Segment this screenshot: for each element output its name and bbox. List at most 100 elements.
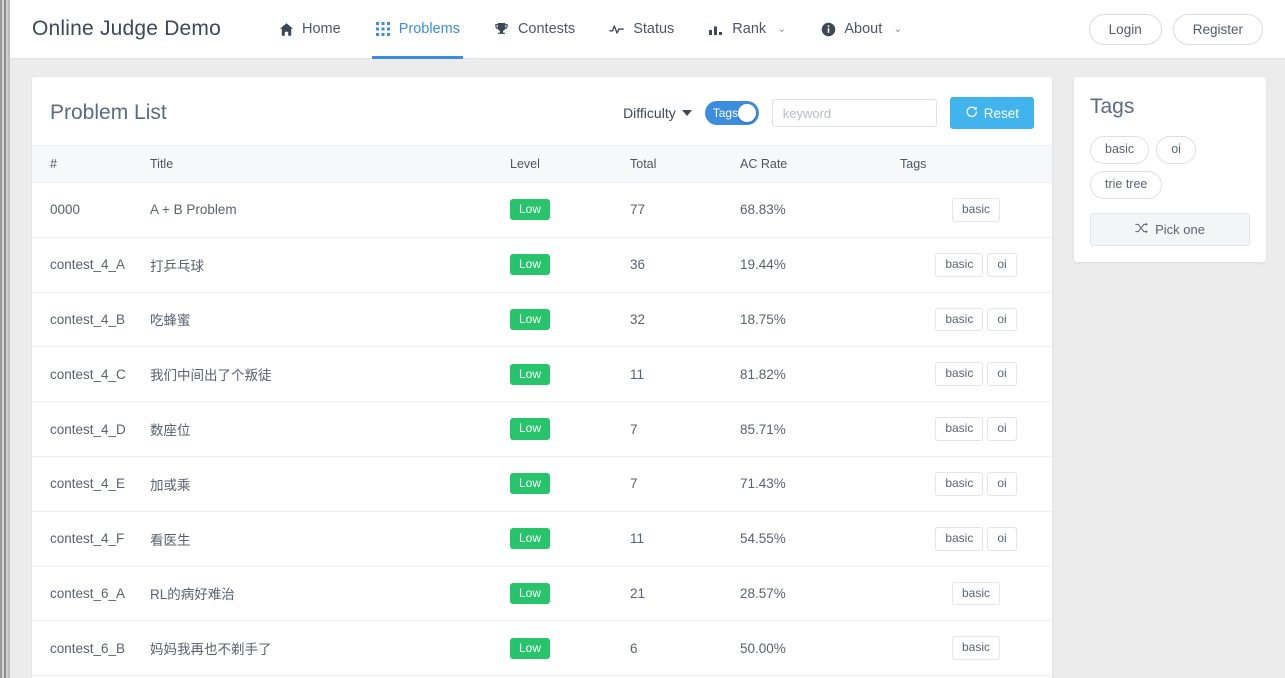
cell-ac-rate: 18.75% xyxy=(740,292,900,348)
tag-chip[interactable]: basic xyxy=(951,636,1000,661)
cell-total: 7 xyxy=(630,401,740,457)
table-row[interactable]: contest_6_A RL的病好难治 Low 21 28.57% basic xyxy=(32,566,1052,622)
tag-chip[interactable]: basic xyxy=(935,252,984,277)
pulse-icon xyxy=(609,21,625,37)
cell-problem-id[interactable]: 0000 xyxy=(32,182,150,238)
reset-button-label: Reset xyxy=(983,105,1019,121)
tag-pill-basic[interactable]: basic xyxy=(1090,136,1150,164)
nav-item-rank[interactable]: Rank ⌄ xyxy=(691,0,803,59)
cell-problem-id[interactable]: contest_4_E xyxy=(32,456,150,512)
table-row[interactable]: contest_6_B 妈妈我再也不剃手了 Low 6 50.00% basic xyxy=(32,620,1052,677)
table-row[interactable]: contest_4_E 加或乘 Low 7 71.43% basic oi xyxy=(32,456,1052,512)
top-navbar: Online Judge Demo Home Problems Contests… xyxy=(10,0,1285,59)
pick-one-button[interactable]: Pick one xyxy=(1090,212,1250,246)
level-badge: Low xyxy=(510,582,551,605)
cell-problem-title[interactable]: A + B Problem xyxy=(150,182,510,238)
difficulty-dropdown-label: Difficulty xyxy=(623,105,676,121)
table-row[interactable]: contest_4_A 打乒乓球 Low 36 19.44% basic oi xyxy=(32,237,1052,293)
cell-total: 11 xyxy=(630,511,740,567)
cell-ac-rate: 81.82% xyxy=(740,346,900,403)
tag-chip[interactable]: oi xyxy=(987,471,1017,496)
tags-toggle[interactable]: Tags xyxy=(704,101,759,125)
nav-item-about[interactable]: About ⌄ xyxy=(803,0,919,59)
table-row[interactable]: contest_4_C 我们中间出了个叛徒 Low 11 81.82% basic oi xyxy=(32,346,1052,403)
nav-item-home[interactable]: Home xyxy=(261,0,358,59)
tag-chip[interactable]: basic xyxy=(951,198,1000,222)
col-header-ac-rate[interactable]: AC Rate xyxy=(740,145,900,183)
cell-ac-rate: 71.43% xyxy=(740,456,900,512)
cell-tags: basic oi xyxy=(900,346,1052,403)
col-header-total[interactable]: Total xyxy=(630,145,740,183)
cell-problem-title[interactable]: 吃蜂蜜 xyxy=(150,292,510,348)
tag-chip[interactable]: oi xyxy=(987,252,1017,277)
cell-ac-rate: 19.44% xyxy=(740,237,900,293)
tag-chip[interactable]: basic xyxy=(935,471,984,496)
level-badge: Low xyxy=(510,254,551,276)
level-badge: Low xyxy=(510,308,551,331)
cell-problem-title[interactable]: RL的病好难治 xyxy=(150,566,510,622)
cell-problem-title[interactable]: 我们中间出了个叛徒 xyxy=(150,346,510,403)
search-box[interactable] xyxy=(771,99,974,127)
table-row[interactable]: 0000 A + B Problem Low 77 68.83% basic xyxy=(32,182,1052,238)
cell-problem-title[interactable]: 妈妈我再也不剃手了 xyxy=(150,620,510,677)
cell-problem-id[interactable]: contest_4_F xyxy=(32,511,150,567)
tag-pill-trie-tree[interactable]: trie tree xyxy=(1090,170,1163,199)
difficulty-dropdown[interactable]: Difficulty xyxy=(623,105,692,121)
nav-item-problems[interactable]: Problems xyxy=(358,0,477,59)
level-badge: Low xyxy=(510,418,551,440)
tag-filter-list: basic oi trie tree xyxy=(1090,136,1250,199)
col-header-level[interactable]: Level xyxy=(510,145,630,183)
cell-level: Low xyxy=(510,620,630,677)
cell-ac-rate: 28.57% xyxy=(740,566,900,622)
pick-one-label: Pick one xyxy=(1155,221,1205,237)
table-row[interactable]: contest_4_D 数座位 Low 7 85.71% basic oi xyxy=(32,401,1052,457)
search-input[interactable] xyxy=(780,104,961,122)
cell-problem-title[interactable]: 加或乘 xyxy=(150,456,510,512)
cell-problem-id[interactable]: contest_4_A xyxy=(32,237,150,293)
tag-chip[interactable]: basic xyxy=(935,362,984,387)
tag-chip[interactable]: oi xyxy=(987,362,1017,387)
reset-button[interactable]: Reset xyxy=(949,97,1034,129)
problem-list-header: Problem List Difficulty Tags keyword Res… xyxy=(32,77,1052,145)
cell-problem-id[interactable]: contest_4_B xyxy=(32,292,150,348)
tag-chip[interactable]: basic xyxy=(951,581,1000,606)
cell-tags: basic oi xyxy=(900,292,1052,348)
cell-problem-title[interactable]: 看医生 xyxy=(150,511,510,567)
cell-tags: basic oi xyxy=(900,401,1052,457)
cell-total: 36 xyxy=(630,237,740,293)
table-row[interactable]: contest_4_F 看医生 Low 11 54.55% basic oi xyxy=(32,511,1052,567)
chevron-down-icon: ⌄ xyxy=(777,22,787,35)
cell-problem-title[interactable]: 打乒乓球 xyxy=(150,237,510,293)
page-root: Online Judge Demo Home Problems Contests… xyxy=(10,0,1285,678)
tag-chip[interactable]: oi xyxy=(987,307,1017,332)
tag-chip[interactable]: basic xyxy=(935,307,984,332)
tag-chip[interactable]: basic xyxy=(935,526,984,551)
caret-down-icon xyxy=(681,110,692,116)
cell-problem-id[interactable]: contest_4_D xyxy=(32,401,150,457)
tag-pill-oi[interactable]: oi xyxy=(1156,136,1196,164)
cell-level: Low xyxy=(510,401,630,457)
register-button[interactable]: Register xyxy=(1172,13,1263,45)
cell-problem-id[interactable]: contest_6_A xyxy=(32,566,150,622)
cell-total: 7 xyxy=(630,456,740,512)
col-header-tags[interactable]: Tags xyxy=(900,145,1052,183)
col-header-id[interactable]: # xyxy=(32,145,150,183)
trophy-icon xyxy=(494,21,510,37)
cell-total: 77 xyxy=(630,182,740,238)
cell-tags: basic xyxy=(900,620,1052,677)
col-header-title[interactable]: Title xyxy=(150,145,510,183)
table-row[interactable]: contest_4_B 吃蜂蜜 Low 32 18.75% basic oi xyxy=(32,292,1052,348)
cell-total: 6 xyxy=(630,620,740,677)
cell-problem-title[interactable]: 数座位 xyxy=(150,401,510,457)
cell-problem-id[interactable]: contest_6_B xyxy=(32,620,150,677)
login-button[interactable]: Login xyxy=(1088,13,1162,45)
nav-item-contests[interactable]: Contests xyxy=(477,0,592,59)
tag-chip[interactable]: basic xyxy=(935,417,984,441)
problem-list-card: Problem List Difficulty Tags keyword Res… xyxy=(32,77,1052,678)
cell-problem-id[interactable]: contest_4_C xyxy=(32,346,150,403)
nav-item-label: Problems xyxy=(398,21,460,37)
tag-chip[interactable]: oi xyxy=(987,526,1017,551)
problems-table-head: # Title Level Total AC Rate Tags xyxy=(32,145,1052,183)
nav-item-status[interactable]: Status xyxy=(592,0,691,59)
tag-chip[interactable]: oi xyxy=(987,417,1017,441)
